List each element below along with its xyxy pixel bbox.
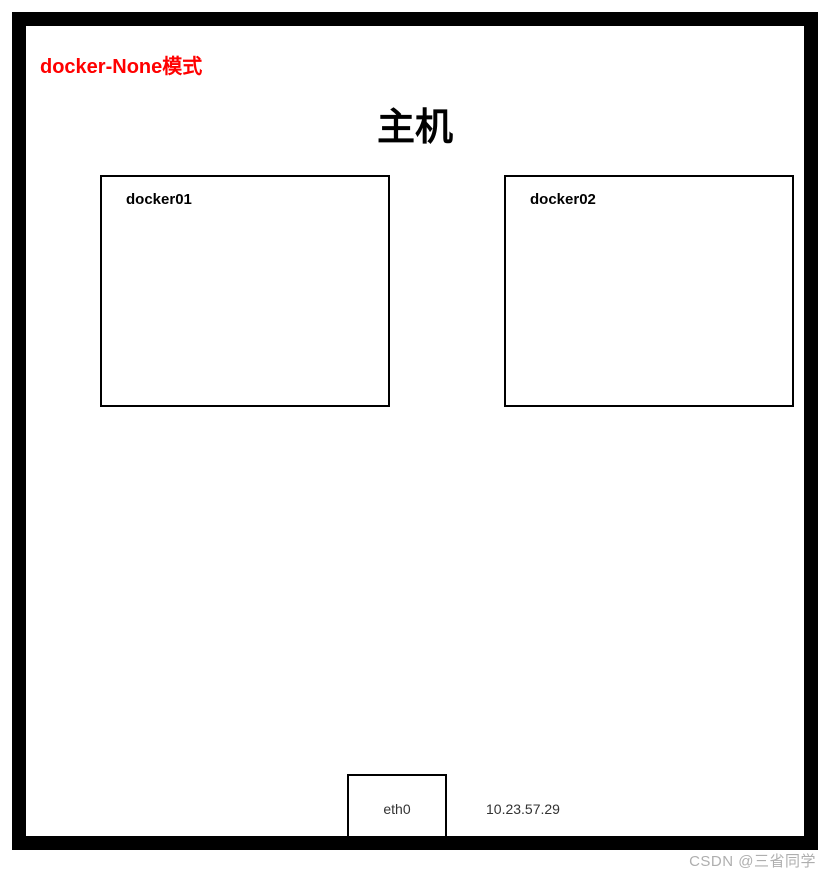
docker-container-left: docker01 (100, 175, 390, 407)
host-title: 主机 (26, 96, 804, 151)
container-label-left: docker01 (126, 191, 192, 208)
mode-title: docker-None模式 (40, 50, 202, 79)
watermark-text: CSDN @三省同学 (689, 850, 816, 871)
network-interface-box: eth0 (347, 774, 447, 844)
network-interface-name: eth0 (383, 801, 410, 817)
diagram-frame: docker-None模式 主机 docker01 docker02 eth0 … (12, 12, 818, 850)
container-label-right: docker02 (530, 191, 596, 208)
docker-container-right: docker02 (504, 175, 794, 407)
ip-address-label: 10.23.57.29 (486, 801, 560, 817)
